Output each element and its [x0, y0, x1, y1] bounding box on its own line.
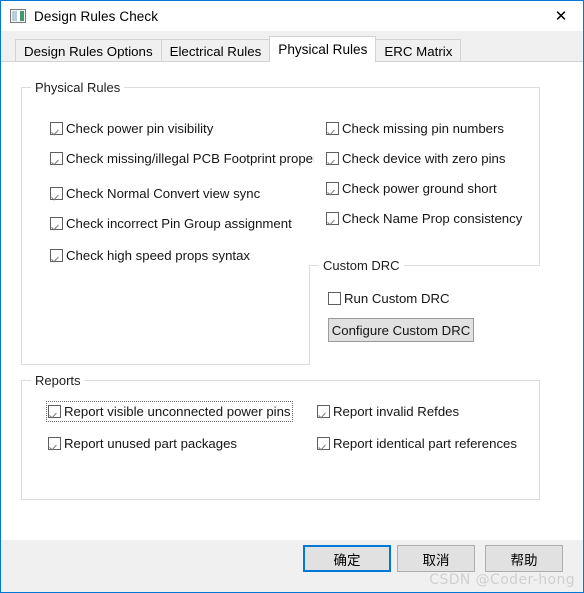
- checkbox-box[interactable]: [317, 437, 330, 450]
- checkbox-label: Check device with zero pins: [342, 151, 506, 166]
- checkbox-report-identical-part-references[interactable]: Report identical part references: [317, 435, 517, 452]
- checkbox-box[interactable]: [50, 187, 63, 200]
- checkbox-check-missing-pin-numbers[interactable]: Check missing pin numbers: [326, 120, 504, 137]
- checkbox-box[interactable]: [48, 405, 61, 418]
- reports-group: Reports Report visible unconnected power…: [21, 373, 540, 500]
- checkbox-check-name-prop-consistency[interactable]: Check Name Prop consistency: [326, 210, 522, 227]
- dialog-footer: 确定 取消 帮助 CSDN @Coder-hong: [1, 540, 583, 592]
- checkbox-label: Check missing pin numbers: [342, 121, 504, 136]
- checkbox-label: Check high speed props syntax: [66, 248, 251, 263]
- checkbox-label: Check Normal Convert view sync: [66, 186, 261, 201]
- checkbox-check-power-ground-short[interactable]: Check power ground short: [326, 180, 497, 197]
- checkbox-label: Check incorrect Pin Group assignment: [66, 216, 292, 231]
- reports-group-title: Reports: [31, 373, 85, 388]
- title-bar: Design Rules Check ✕: [1, 1, 583, 31]
- checkbox-check-normal-convert-view-sync[interactable]: Check Normal Convert view sync: [50, 185, 260, 202]
- checkbox-label: Report unused part packages: [64, 436, 238, 451]
- checkbox-box[interactable]: [326, 152, 339, 165]
- custom-drc-group: Custom DRC Run Custom DRC Configure Cust…: [309, 258, 540, 365]
- tab-erc-matrix[interactable]: ERC Matrix: [375, 39, 462, 62]
- checkbox-check-missing-illegal-pcb-footprint-property[interactable]: Check missing/illegal PCB Footprint prop…: [50, 150, 314, 167]
- checkbox-label: Run Custom DRC: [344, 291, 450, 306]
- checkbox-report-invalid-refdes[interactable]: Report invalid Refdes: [317, 403, 459, 420]
- checkbox-box[interactable]: [50, 249, 63, 262]
- checkbox-check-power-pin-visibility[interactable]: Check power pin visibility: [50, 120, 213, 137]
- checkbox-box[interactable]: [50, 122, 63, 135]
- checkbox-box[interactable]: [317, 405, 330, 418]
- checkbox-box[interactable]: [326, 182, 339, 195]
- tab-bar: Design Rules Options Electrical Rules Ph…: [1, 36, 583, 62]
- checkbox-box[interactable]: [326, 212, 339, 225]
- custom-drc-group-title: Custom DRC: [319, 258, 404, 273]
- checkbox-label: Report identical part references: [333, 436, 517, 451]
- checkbox-box[interactable]: [328, 292, 341, 305]
- checkbox-box[interactable]: [326, 122, 339, 135]
- window-title: Design Rules Check: [34, 8, 159, 24]
- checkbox-report-visible-unconnected-power-pins[interactable]: Report visible unconnected power pins: [46, 401, 293, 422]
- checkbox-label: Check Name Prop consistency: [342, 211, 523, 226]
- checkbox-label: Report invalid Refdes: [333, 404, 460, 419]
- tab-electrical-rules[interactable]: Electrical Rules: [160, 39, 271, 62]
- watermark: CSDN @Coder-hong: [429, 572, 575, 588]
- configure-custom-drc-button[interactable]: Configure Custom DRC: [328, 318, 474, 342]
- checkbox-box[interactable]: [50, 152, 63, 165]
- checkbox-check-device-with-zero-pins[interactable]: Check device with zero pins: [326, 150, 505, 167]
- tab-page-physical-rules: Physical Rules Check power pin visibilit…: [1, 61, 583, 540]
- checkbox-label: Check power ground short: [342, 181, 497, 196]
- checkbox-label: Report visible unconnected power pins: [64, 404, 291, 419]
- checkbox-box[interactable]: [48, 437, 61, 450]
- physical-rules-group: Physical Rules Check power pin visibilit…: [21, 80, 540, 365]
- tab-physical-rules[interactable]: Physical Rules: [269, 36, 377, 62]
- checkbox-label: Check missing/illegal PCB Footprint prop…: [66, 151, 314, 166]
- cancel-button[interactable]: 取消: [397, 545, 475, 572]
- ok-button[interactable]: 确定: [303, 545, 391, 572]
- checkbox-run-custom-drc[interactable]: Run Custom DRC: [328, 290, 450, 307]
- design-rules-check-dialog: Design Rules Check ✕ Design Rules Option…: [0, 0, 584, 593]
- checkbox-check-incorrect-pin-group-assignment[interactable]: Check incorrect Pin Group assignment: [50, 215, 292, 232]
- checkbox-report-unused-part-packages[interactable]: Report unused part packages: [48, 435, 237, 452]
- help-button[interactable]: 帮助: [485, 545, 563, 572]
- physical-rules-group-title: Physical Rules: [31, 80, 125, 95]
- tab-design-rules-options[interactable]: Design Rules Options: [15, 39, 162, 62]
- close-icon[interactable]: ✕: [539, 1, 583, 31]
- checkbox-box[interactable]: [50, 217, 63, 230]
- checkbox-label: Check power pin visibility: [66, 121, 214, 136]
- design-rules-icon: [10, 9, 26, 23]
- checkbox-check-high-speed-props-syntax[interactable]: Check high speed props syntax: [50, 247, 250, 264]
